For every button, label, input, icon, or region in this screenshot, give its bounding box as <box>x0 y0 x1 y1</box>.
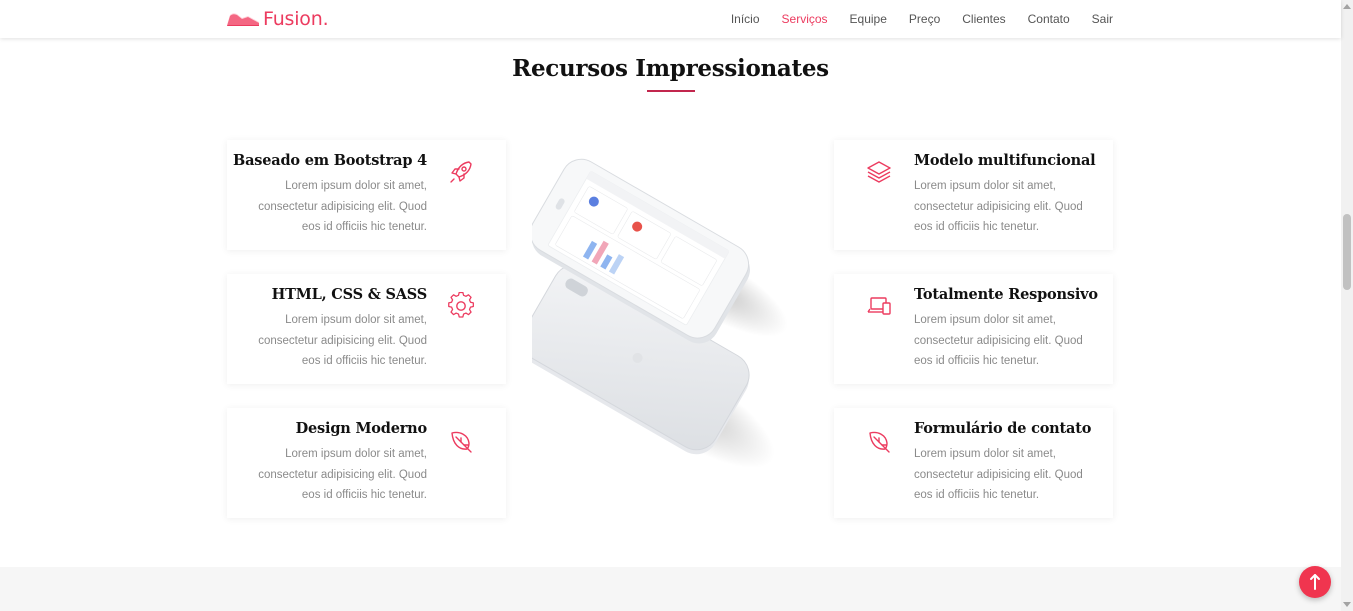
nav-item-contato[interactable]: Contato <box>1028 12 1070 26</box>
feature-line: consectetur adipisicing elit. Quod <box>258 468 427 481</box>
feature-line: eos id officiis hic tenetur. <box>914 221 1040 233</box>
nav-item-preco[interactable]: Preço <box>909 12 940 26</box>
navbar: Fusion. Início Serviços Equipe Preço Cli… <box>0 0 1341 38</box>
feature-line: consectetur adipisicing elit. Quod <box>914 468 1083 481</box>
feature-line: Lorem ipsum dolor sit amet, <box>285 448 427 460</box>
feature-description: Lorem ipsum dolor sit amet, consectetur … <box>914 310 1083 372</box>
next-section-band <box>0 567 1341 611</box>
feature-card-html-css: HTML, CSS & SASS Lorem ipsum dolor sit a… <box>227 274 506 384</box>
feature-description: Lorem ipsum dolor sit amet, consectetur … <box>914 444 1083 506</box>
arrow-up-icon <box>1310 574 1320 590</box>
title-underline <box>647 90 695 92</box>
feature-line: Lorem ipsum dolor sit amet, <box>914 180 1056 192</box>
main-nav: Início Serviços Equipe Preço Clientes Co… <box>709 12 1113 26</box>
feature-line: eos id officiis hic tenetur. <box>914 355 1040 367</box>
feature-line: eos id officiis hic tenetur. <box>301 489 427 501</box>
scrollbar-thumb[interactable] <box>1343 214 1351 290</box>
layers-icon <box>867 161 891 183</box>
feature-line: consectetur adipisicing elit. Quod <box>258 200 427 213</box>
brand-logo[interactable]: Fusion. <box>226 8 329 30</box>
rocket-icon <box>450 161 472 183</box>
nav-item-equipe[interactable]: Equipe <box>850 12 887 26</box>
feature-line: eos id officiis hic tenetur. <box>301 355 427 367</box>
leaf-icon <box>451 431 472 453</box>
feature-title: Design Moderno <box>295 420 428 437</box>
feature-line: Lorem ipsum dolor sit amet, <box>914 448 1056 460</box>
page-scrollbar[interactable] <box>1341 0 1353 611</box>
feature-card-bootstrap: Baseado em Bootstrap 4 Lorem ipsum dolor… <box>227 140 506 250</box>
logo-icon <box>227 13 259 26</box>
feature-line: consectetur adipisicing elit. Quod <box>258 334 427 347</box>
feature-description: Lorem ipsum dolor sit amet, consectetur … <box>258 444 427 506</box>
brand-name: Fusion. <box>263 8 329 30</box>
nav-item-inicio[interactable]: Início <box>731 12 760 26</box>
feature-card-multifunction: Modelo multifuncional Lorem ipsum dolor … <box>834 140 1113 250</box>
nav-item-clientes[interactable]: Clientes <box>962 12 1005 26</box>
phones-illustration <box>532 158 788 469</box>
feature-line: consectetur adipisicing elit. Quod <box>914 200 1083 213</box>
section-title: Recursos Impressionates <box>512 55 829 82</box>
feature-line: eos id officiis hic tenetur. <box>301 221 427 233</box>
gear-icon <box>448 292 474 318</box>
feature-card-contact-form: Formulário de contato Lorem ipsum dolor … <box>834 408 1113 518</box>
nav-item-servicos[interactable]: Serviços <box>782 12 828 26</box>
feature-line: Lorem ipsum dolor sit amet, <box>285 314 427 326</box>
feature-line: eos id officiis hic tenetur. <box>914 489 1040 501</box>
feature-title: Formulário de contato <box>914 420 1092 437</box>
feature-card-responsive: Totalmente Responsivo Lorem ipsum dolor … <box>834 274 1113 384</box>
back-to-top-button[interactable] <box>1299 566 1331 598</box>
feature-title: Baseado em Bootstrap 4 <box>233 152 427 169</box>
feature-title: Totalmente Responsivo <box>914 286 1098 303</box>
nav-item-sair[interactable]: Sair <box>1092 12 1113 26</box>
feature-description: Lorem ipsum dolor sit amet, consectetur … <box>914 176 1083 238</box>
feature-line: consectetur adipisicing elit. Quod <box>914 334 1083 347</box>
feature-description: Lorem ipsum dolor sit amet, consectetur … <box>258 176 427 238</box>
feature-description: Lorem ipsum dolor sit amet, consectetur … <box>258 310 427 372</box>
feature-title: HTML, CSS & SASS <box>271 286 428 303</box>
feature-line: Lorem ipsum dolor sit amet, <box>285 180 427 192</box>
devices-icon <box>867 297 891 315</box>
scroll-down-arrow-icon[interactable] <box>1343 602 1351 607</box>
feature-card-design: Design Moderno Lorem ipsum dolor sit ame… <box>227 408 506 518</box>
leaf-icon <box>869 431 890 453</box>
scroll-up-arrow-icon[interactable] <box>1343 4 1351 9</box>
feature-line: Lorem ipsum dolor sit amet, <box>914 314 1056 326</box>
feature-title: Modelo multifuncional <box>914 152 1096 169</box>
